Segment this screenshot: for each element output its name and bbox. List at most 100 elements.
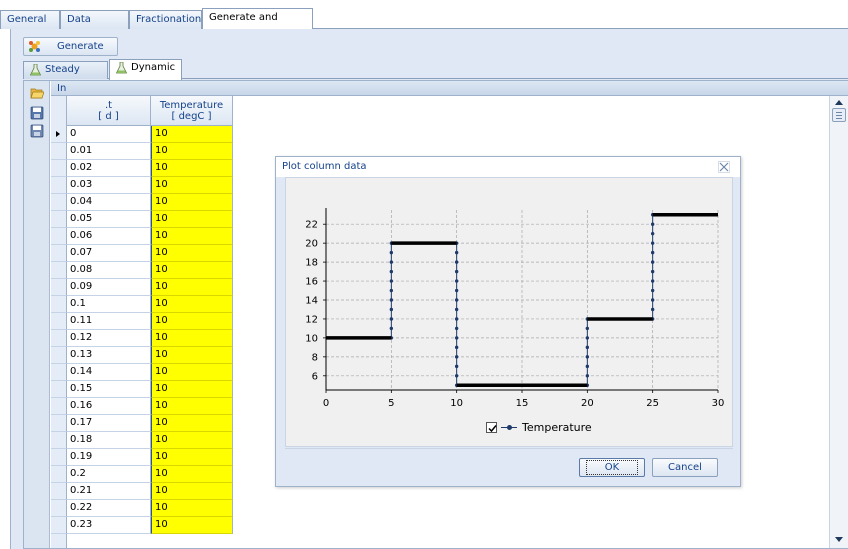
row-indicator[interactable] (51, 381, 67, 398)
row-indicator[interactable] (51, 330, 67, 347)
row-indicator[interactable] (51, 483, 67, 500)
cell-temperature[interactable]: 10 (151, 228, 233, 245)
table-row[interactable]: 0.04 10 (51, 194, 233, 211)
table-row[interactable]: 0.06 10 (51, 228, 233, 245)
cell-t[interactable]: 0.23 (67, 517, 151, 534)
table-row[interactable]: 0.16 10 (51, 398, 233, 415)
table-row[interactable]: 0 10 (51, 126, 233, 143)
tab-data-import[interactable]: Data Import (60, 10, 129, 43)
cell-t[interactable]: 0.01 (67, 143, 151, 160)
tab-fractionation[interactable]: Fractionation (129, 10, 202, 29)
row-indicator[interactable] (51, 313, 67, 330)
column-header-temperature[interactable]: Temperature [ degC ] (151, 96, 233, 126)
row-indicator[interactable] (51, 449, 67, 466)
cell-t[interactable]: 0.09 (67, 279, 151, 296)
cell-t[interactable]: 0.1 (67, 296, 151, 313)
table-row[interactable]: 0.15 10 (51, 381, 233, 398)
table-row[interactable]: 0.11 10 (51, 313, 233, 330)
save-icon[interactable] (30, 106, 44, 120)
cell-temperature[interactable]: 10 (151, 415, 233, 432)
cell-t[interactable]: 0.13 (67, 347, 151, 364)
save-as-icon[interactable] (30, 124, 44, 138)
row-indicator[interactable] (51, 415, 67, 432)
row-indicator[interactable] (51, 160, 67, 177)
cell-temperature[interactable]: 10 (151, 313, 233, 330)
table-row[interactable]: 0.12 10 (51, 330, 233, 347)
table-row[interactable]: 0.18 10 (51, 432, 233, 449)
row-indicator[interactable] (51, 296, 67, 313)
table-row[interactable]: 0.23 10 (51, 517, 233, 534)
table-row[interactable]: 0.1 10 (51, 296, 233, 313)
row-indicator[interactable] (51, 364, 67, 381)
cell-temperature[interactable]: 10 (151, 517, 233, 534)
row-indicator[interactable] (51, 262, 67, 279)
cell-t[interactable]: 0.16 (67, 398, 151, 415)
table-row[interactable]: 0.13 10 (51, 347, 233, 364)
row-indicator[interactable] (51, 279, 67, 296)
row-indicator[interactable] (51, 126, 67, 143)
cell-temperature[interactable]: 10 (151, 160, 233, 177)
cell-temperature[interactable]: 10 (151, 347, 233, 364)
table-row[interactable]: 0.07 10 (51, 245, 233, 262)
row-indicator[interactable] (51, 347, 67, 364)
cell-temperature[interactable]: 10 (151, 398, 233, 415)
cell-temperature[interactable]: 10 (151, 483, 233, 500)
tab-dynamic[interactable]: Dynamic (109, 59, 182, 80)
row-indicator[interactable] (51, 177, 67, 194)
cell-temperature[interactable]: 10 (151, 126, 233, 143)
row-indicator[interactable] (51, 143, 67, 160)
row-indicator[interactable] (51, 517, 67, 534)
table-row[interactable]: 0.17 10 (51, 415, 233, 432)
cancel-button[interactable]: Cancel (652, 458, 718, 477)
cell-temperature[interactable]: 10 (151, 364, 233, 381)
tab-steady-state[interactable]: Steady State (23, 61, 108, 91)
cell-t[interactable]: 0.02 (67, 160, 151, 177)
close-icon[interactable] (718, 161, 730, 173)
open-folder-icon[interactable] (30, 86, 44, 100)
cell-t[interactable]: 0.19 (67, 449, 151, 466)
cell-t[interactable]: 0.04 (67, 194, 151, 211)
scroll-down-icon[interactable] (835, 537, 843, 542)
scroll-thumb[interactable] (832, 108, 846, 122)
cell-t[interactable]: 0.05 (67, 211, 151, 228)
table-row[interactable]: 0.08 10 (51, 262, 233, 279)
ok-button[interactable]: OK (579, 458, 645, 477)
cell-t[interactable]: 0.21 (67, 483, 151, 500)
legend-checkbox[interactable] (486, 422, 497, 433)
column-header-t[interactable]: .t [ d ] (67, 96, 151, 126)
cell-temperature[interactable]: 10 (151, 143, 233, 160)
scroll-up-icon[interactable] (835, 100, 843, 105)
row-indicator[interactable] (51, 432, 67, 449)
cell-t[interactable]: 0.11 (67, 313, 151, 330)
table-row[interactable]: 0.21 10 (51, 483, 233, 500)
row-indicator[interactable] (51, 466, 67, 483)
cell-t[interactable]: 0.12 (67, 330, 151, 347)
table-row[interactable]: 0.2 10 (51, 466, 233, 483)
cell-temperature[interactable]: 10 (151, 262, 233, 279)
cell-temperature[interactable]: 10 (151, 177, 233, 194)
cell-t[interactable]: 0.18 (67, 432, 151, 449)
cell-temperature[interactable]: 10 (151, 432, 233, 449)
table-row[interactable]: 0.14 10 (51, 364, 233, 381)
cell-temperature[interactable]: 10 (151, 279, 233, 296)
row-indicator[interactable] (51, 228, 67, 245)
cell-t[interactable]: 0 (67, 126, 151, 143)
row-indicator[interactable] (51, 194, 67, 211)
table-row[interactable]: 0.19 10 (51, 449, 233, 466)
cell-temperature[interactable]: 10 (151, 466, 233, 483)
table-row[interactable]: 0.22 10 (51, 500, 233, 517)
table-row[interactable]: 0.02 10 (51, 160, 233, 177)
cell-temperature[interactable]: 10 (151, 194, 233, 211)
cell-t[interactable]: 0.15 (67, 381, 151, 398)
table-row[interactable]: 0.05 10 (51, 211, 233, 228)
cell-t[interactable]: 0.22 (67, 500, 151, 517)
cell-t[interactable]: 0.08 (67, 262, 151, 279)
cell-temperature[interactable]: 10 (151, 245, 233, 262)
cell-t[interactable]: 0.14 (67, 364, 151, 381)
row-indicator[interactable] (51, 500, 67, 517)
table-row[interactable]: 0.09 10 (51, 279, 233, 296)
tab-generate-and-review[interactable]: Generate and Review (202, 8, 313, 41)
table-row[interactable]: 0.01 10 (51, 143, 233, 160)
cell-temperature[interactable]: 10 (151, 330, 233, 347)
row-indicator[interactable] (51, 211, 67, 228)
